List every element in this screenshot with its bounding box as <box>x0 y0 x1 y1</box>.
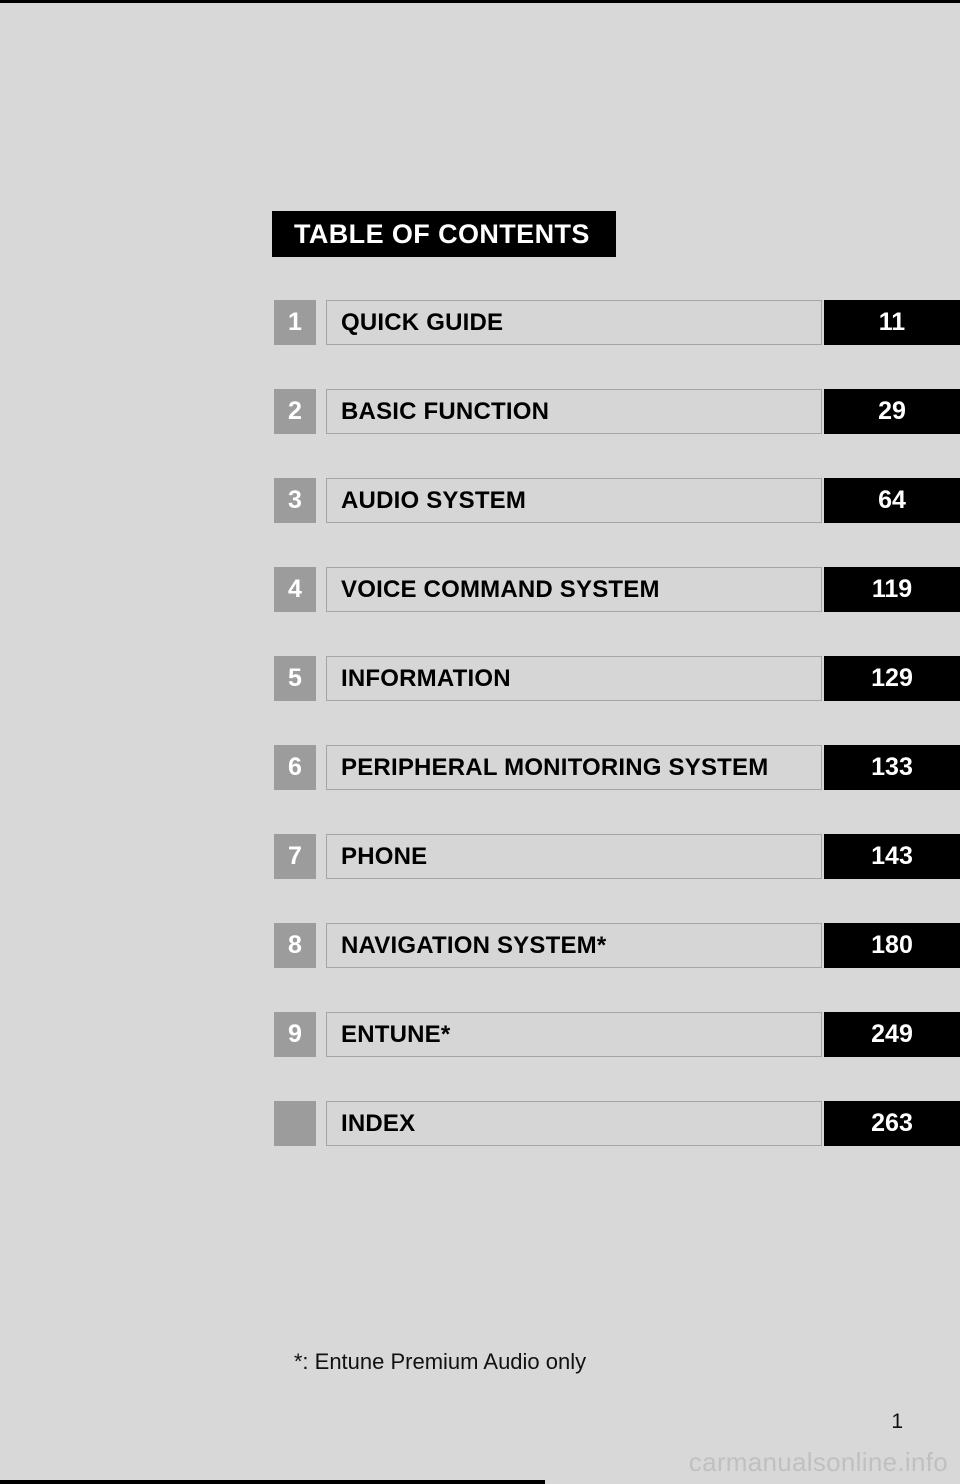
toc-page-number[interactable]: 143 <box>824 834 960 879</box>
toc-chapter-title[interactable]: QUICK GUIDE <box>326 300 822 345</box>
toc-row[interactable]: 7 PHONE 143 <box>0 834 960 879</box>
toc-chapter-number: 5 <box>274 656 316 701</box>
toc-chapter-number: 7 <box>274 834 316 879</box>
toc-row[interactable]: 9 ENTUNE* 249 <box>0 1012 960 1057</box>
toc-row[interactable]: INDEX 263 <box>0 1101 960 1146</box>
page-title-label: TABLE OF CONTENTS <box>294 218 590 249</box>
toc-chapter-number: 9 <box>274 1012 316 1057</box>
toc-chapter-title[interactable]: PERIPHERAL MONITORING SYSTEM <box>326 745 822 790</box>
toc-page-number[interactable]: 64 <box>824 478 960 523</box>
table-of-contents-list: 1 QUICK GUIDE 11 2 BASIC FUNCTION 29 3 A… <box>0 300 960 1190</box>
toc-page-number[interactable]: 119 <box>824 567 960 612</box>
page-title: TABLE OF CONTENTS <box>272 211 616 257</box>
toc-page-number[interactable]: 133 <box>824 745 960 790</box>
toc-page-number[interactable]: 129 <box>824 656 960 701</box>
toc-chapter-number <box>274 1101 316 1146</box>
toc-chapter-title[interactable]: PHONE <box>326 834 822 879</box>
toc-chapter-title[interactable]: BASIC FUNCTION <box>326 389 822 434</box>
toc-chapter-title[interactable]: INDEX <box>326 1101 822 1146</box>
toc-row[interactable]: 3 AUDIO SYSTEM 64 <box>0 478 960 523</box>
toc-chapter-number: 1 <box>274 300 316 345</box>
toc-page-number[interactable]: 180 <box>824 923 960 968</box>
page-number: 1 <box>891 1410 903 1433</box>
watermark: carmanualsonline.info <box>688 1447 948 1477</box>
toc-page-number[interactable]: 263 <box>824 1101 960 1146</box>
toc-row[interactable]: 6 PERIPHERAL MONITORING SYSTEM 133 <box>0 745 960 790</box>
footnote: *: Entune Premium Audio only <box>293 1349 587 1374</box>
toc-chapter-number: 4 <box>274 567 316 612</box>
toc-chapter-title[interactable]: INFORMATION <box>326 656 822 701</box>
toc-chapter-number: 8 <box>274 923 316 968</box>
top-edge-strip <box>0 0 960 3</box>
toc-chapter-title[interactable]: NAVIGATION SYSTEM* <box>326 923 822 968</box>
toc-page-number[interactable]: 249 <box>824 1012 960 1057</box>
toc-row[interactable]: 5 INFORMATION 129 <box>0 656 960 701</box>
toc-chapter-title[interactable]: AUDIO SYSTEM <box>326 478 822 523</box>
toc-chapter-number: 3 <box>274 478 316 523</box>
toc-row[interactable]: 1 QUICK GUIDE 11 <box>0 300 960 345</box>
toc-chapter-number: 2 <box>274 389 316 434</box>
toc-page-number[interactable]: 11 <box>824 300 960 345</box>
toc-row[interactable]: 8 NAVIGATION SYSTEM* 180 <box>0 923 960 968</box>
bottom-edge-strip <box>0 1480 545 1484</box>
toc-chapter-title[interactable]: VOICE COMMAND SYSTEM <box>326 567 822 612</box>
toc-page-number[interactable]: 29 <box>824 389 960 434</box>
toc-row[interactable]: 4 VOICE COMMAND SYSTEM 119 <box>0 567 960 612</box>
toc-chapter-title[interactable]: ENTUNE* <box>326 1012 822 1057</box>
toc-chapter-number: 6 <box>274 745 316 790</box>
toc-row[interactable]: 2 BASIC FUNCTION 29 <box>0 389 960 434</box>
